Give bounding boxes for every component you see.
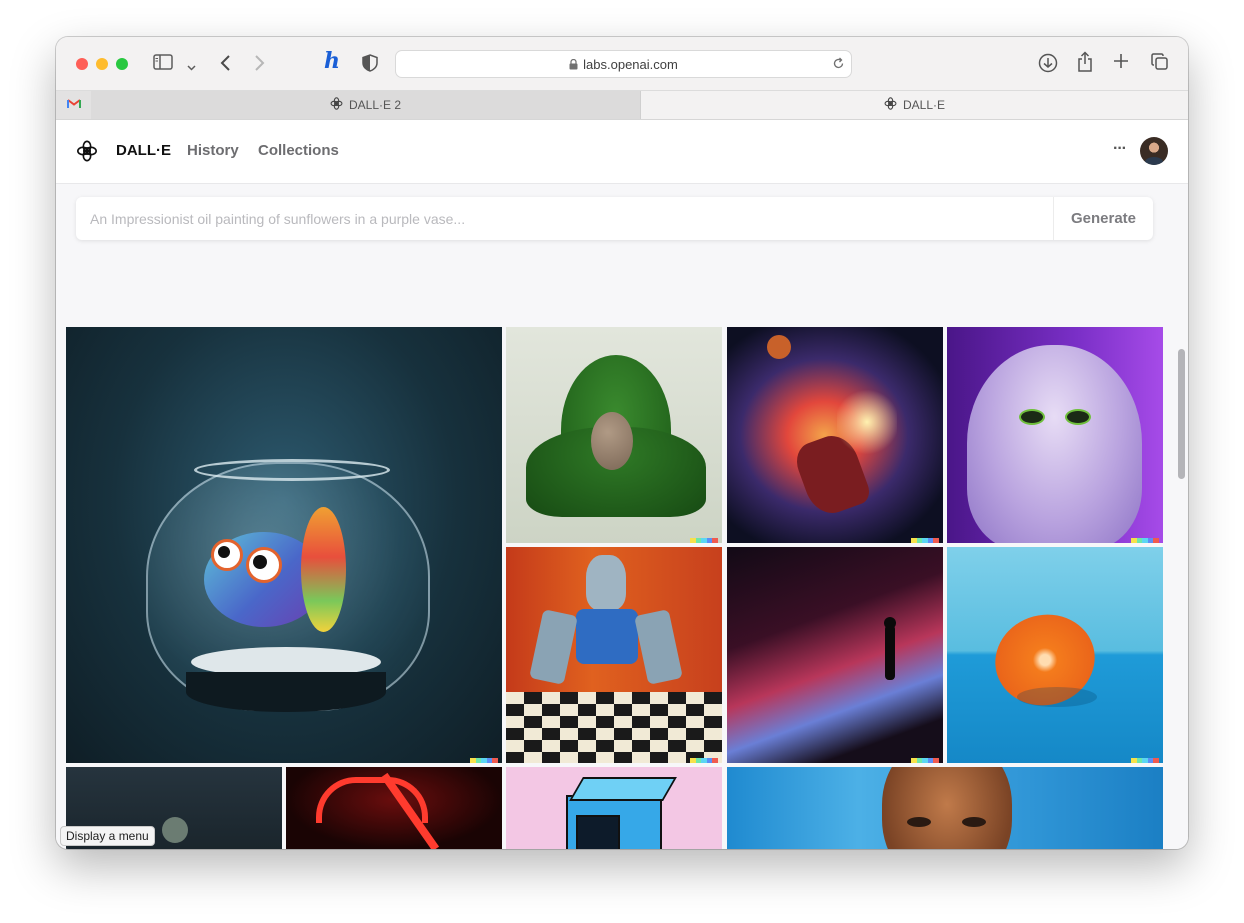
sidebar-toggle-icon[interactable] [153, 54, 173, 74]
gallery-image-purple-monster[interactable] [947, 327, 1163, 543]
minimize-button[interactable] [96, 58, 108, 70]
page-scrollbar[interactable] [1176, 266, 1186, 849]
gallery-image-red-neon[interactable] [286, 767, 502, 849]
pinned-tab-gmail[interactable] [56, 91, 92, 119]
honey-extension-icon[interactable]: h [324, 50, 340, 72]
url-text: labs.openai.com [583, 57, 678, 72]
openai-logo-icon [884, 97, 897, 113]
url-field[interactable]: labs.openai.com [396, 57, 851, 73]
gallery-image-isometric-computer[interactable] [506, 767, 722, 849]
tab-label: DALL·E 2 [348, 98, 402, 112]
shield-icon[interactable] [362, 54, 378, 76]
dalle-signature [690, 538, 718, 543]
tooltip: Display a menu [60, 826, 155, 846]
scrollbar-thumb[interactable] [1178, 349, 1185, 479]
tab-bar: DALL·E 2 DALL·E [56, 91, 1188, 120]
page-content: DALL·E History Collections ··· Generate [56, 120, 1188, 849]
gallery-image-fishbowl[interactable] [66, 327, 502, 763]
dalle-signature [1131, 758, 1159, 763]
nav-history[interactable]: History [187, 142, 239, 159]
dalle-signature [1131, 538, 1159, 543]
tab-dalle-2[interactable]: DALL·E 2 [91, 91, 641, 119]
prompt-bar: Generate [76, 197, 1153, 240]
reload-icon[interactable] [832, 57, 845, 75]
tab-label: DALL·E [902, 98, 946, 112]
gallery-image-avocado-chair[interactable] [506, 327, 722, 543]
dalle-signature [911, 538, 939, 543]
dalle-signature [690, 758, 718, 763]
address-bar[interactable]: labs.openai.com [395, 50, 852, 78]
gallery-image-orange-half[interactable] [947, 547, 1163, 763]
top-navigation: DALL·E History Collections ··· [56, 120, 1188, 184]
nav-collections[interactable]: Collections [258, 142, 339, 159]
downloads-icon[interactable] [1038, 53, 1058, 77]
dalle-signature [470, 758, 498, 763]
gallery-image-robot-chess[interactable] [506, 547, 722, 763]
title-bar: h labs.openai.com [56, 37, 1188, 91]
gallery-image-light-wave[interactable] [727, 547, 943, 763]
back-icon[interactable] [219, 54, 231, 76]
zoom-button[interactable] [116, 58, 128, 70]
tab-overview-icon[interactable] [1151, 53, 1169, 75]
chevron-down-icon[interactable] [187, 56, 196, 76]
gallery-image-cosmic-basketball[interactable] [727, 327, 943, 543]
forward-icon[interactable] [254, 54, 266, 76]
brand-link[interactable]: DALL·E [116, 142, 171, 159]
share-icon[interactable] [1077, 51, 1093, 77]
browser-window: h labs.openai.com DALL·E 2 DALL·E DALL·E… [56, 37, 1188, 849]
avatar[interactable] [1140, 137, 1168, 165]
tab-dalle[interactable]: DALL·E [641, 91, 1188, 119]
more-options-icon[interactable]: ··· [1113, 140, 1127, 158]
openai-logo-icon [330, 97, 343, 113]
openai-logo-icon[interactable] [76, 140, 98, 167]
lock-icon [569, 58, 578, 73]
prompt-input[interactable] [76, 197, 1053, 240]
dalle-signature [911, 758, 939, 763]
gmail-icon [66, 98, 81, 112]
gallery-image-portrait[interactable] [727, 767, 1163, 849]
generate-button[interactable]: Generate [1053, 197, 1153, 240]
new-tab-icon[interactable] [1113, 53, 1129, 73]
close-button[interactable] [76, 58, 88, 70]
